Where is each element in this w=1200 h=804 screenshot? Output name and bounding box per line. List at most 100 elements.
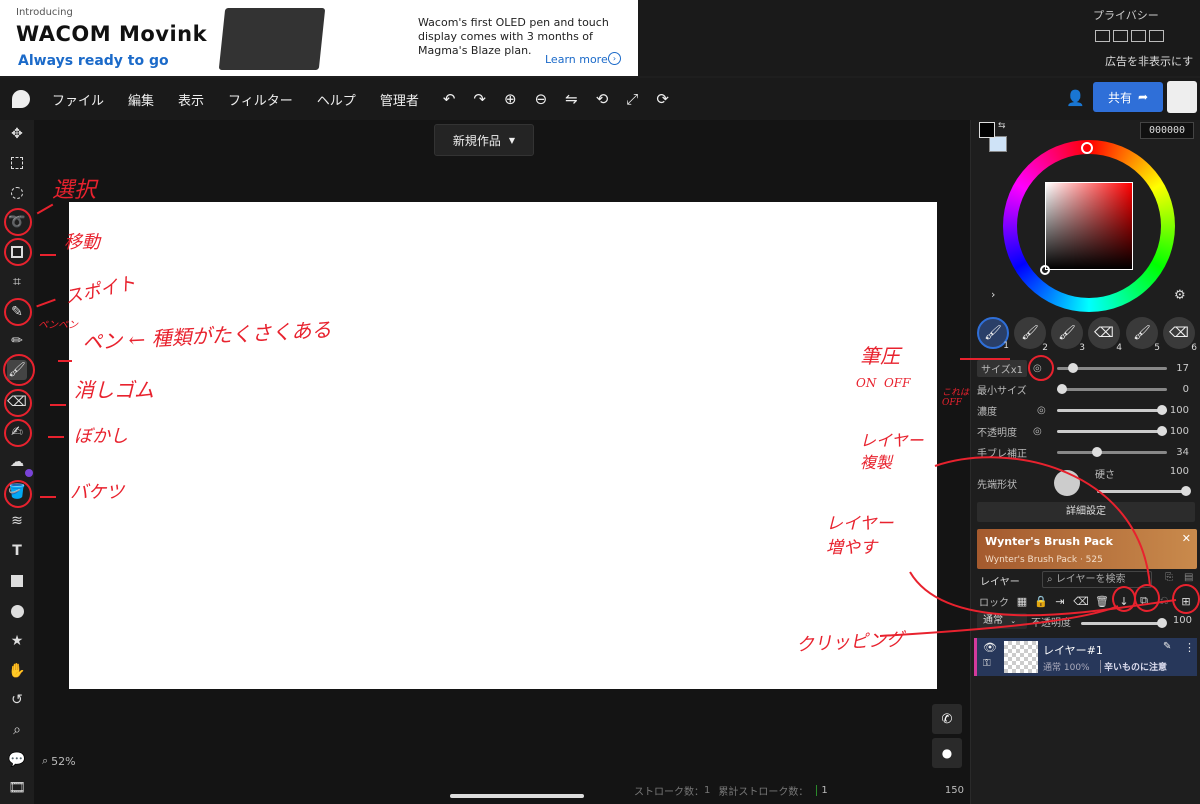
brush-slot-1[interactable]: 🖌 1: [977, 317, 1009, 351]
ellipse-select-icon[interactable]: [7, 183, 27, 203]
redo-icon[interactable]: ↷: [473, 90, 486, 108]
menu-edit[interactable]: 編集: [128, 90, 154, 109]
expand-chevron-icon[interactable]: ›: [991, 288, 995, 301]
star-icon[interactable]: ★: [7, 631, 27, 651]
min-size-slider[interactable]: [1057, 384, 1167, 394]
layer-brush-icon[interactable]: ✎: [1163, 641, 1171, 652]
layout-icon-4[interactable]: [1149, 30, 1164, 42]
layer-opacity-slider[interactable]: [1081, 618, 1167, 628]
tip-shape-preview[interactable]: [1054, 470, 1080, 496]
color-settings-gear-icon[interactable]: ⚙: [1174, 288, 1186, 303]
add-user-icon[interactable]: 👤: [1066, 89, 1085, 107]
detail-settings-button[interactable]: 詳細設定: [977, 502, 1195, 522]
brush-slot-2[interactable]: 🖌 2: [1014, 317, 1048, 353]
hardness-slider[interactable]: [1097, 486, 1191, 496]
hand-icon[interactable]: ✋: [7, 661, 27, 681]
layer-row[interactable]: 👁 ⚿ レイヤー#1 通常 100% 辛いものに注意 ✎ ⋮: [974, 638, 1197, 676]
layer-lock-icon[interactable]: ⚿: [983, 658, 991, 669]
brush-slot-3[interactable]: 🖌 3: [1051, 317, 1085, 353]
lock-transparency-icon[interactable]: ▦: [1015, 594, 1029, 608]
promo-close-icon[interactable]: ✕: [1182, 532, 1191, 545]
promo-banner[interactable]: Wynter's Brush Pack Wynter's Brush Pack …: [977, 529, 1197, 569]
sv-knob[interactable]: [1040, 265, 1050, 275]
crop-icon[interactable]: ⌗: [7, 272, 27, 292]
undo-icon[interactable]: ↶: [443, 90, 456, 108]
size-knob[interactable]: [1068, 363, 1078, 373]
layer-opacity-knob[interactable]: [1157, 618, 1167, 628]
rectangle-icon[interactable]: [7, 571, 27, 591]
menu-admin[interactable]: 管理者: [380, 90, 419, 109]
avatar[interactable]: [1167, 81, 1197, 113]
color-wheel[interactable]: [1003, 140, 1175, 312]
setting-stabilizer[interactable]: 手ブレ補正 34: [977, 442, 1197, 462]
reset-view-icon[interactable]: ⟳: [656, 90, 669, 108]
menu-view[interactable]: 表示: [178, 90, 204, 109]
layout-toggle-icons[interactable]: [1095, 30, 1164, 42]
doc-title-dropdown[interactable]: 新規作品 ▼: [434, 124, 534, 156]
artboard[interactable]: [69, 202, 937, 689]
canvas-area[interactable]: 新規作品 ▼ ✆ ● ⌕ 52% ストローク数： 1 累計ストローク数： 1 1…: [34, 120, 970, 804]
share-button[interactable]: 共有 ➦: [1093, 82, 1163, 112]
setting-min-size[interactable]: 最小サイズ 0: [977, 379, 1197, 399]
layer-clear-icon[interactable]: ⌫: [1073, 594, 1089, 608]
density-slider[interactable]: [1057, 405, 1167, 415]
layout-icon-1[interactable]: [1095, 30, 1110, 42]
ad-banner[interactable]: Introducing WACOM Movink Always ready to…: [0, 0, 638, 76]
opacity-slider[interactable]: [1057, 426, 1167, 436]
zoom-in-icon[interactable]: ⊕: [504, 90, 517, 108]
secondary-color-swatch[interactable]: [989, 136, 1007, 152]
text-icon[interactable]: T: [7, 541, 27, 561]
ad-learn-more[interactable]: Learn more: [545, 53, 608, 66]
swap-color-icon[interactable]: ⇆: [998, 121, 1006, 131]
opacity-knob[interactable]: [1157, 426, 1167, 436]
hue-knob[interactable]: [1081, 142, 1093, 154]
pressure-toggle-icon[interactable]: ◎: [1037, 405, 1046, 416]
layer-search[interactable]: ⌕ レイヤーを検索: [1042, 571, 1152, 588]
zoom-indicator[interactable]: ⌕ 52%: [42, 754, 76, 768]
layout-icon-2[interactable]: [1113, 30, 1128, 42]
brush-slot-6[interactable]: ⌫ 6: [1163, 317, 1197, 353]
app-logo-icon[interactable]: [12, 90, 30, 108]
eye-icon[interactable]: 👁: [983, 641, 997, 654]
privacy-label[interactable]: プライバシー: [1093, 7, 1159, 23]
zoom-out-icon[interactable]: ⊖: [535, 90, 548, 108]
phone-button[interactable]: ✆: [932, 704, 962, 734]
setting-tip-shape[interactable]: 先端形状 硬さ 100: [977, 466, 1197, 500]
lock-icon[interactable]: 🔒: [1034, 594, 1048, 608]
magnifier-icon[interactable]: ⌕: [7, 720, 27, 740]
setting-opacity[interactable]: 不透明度 ◎ 100: [977, 421, 1197, 441]
menu-file[interactable]: ファイル: [52, 90, 104, 109]
gradient-icon[interactable]: ≋: [7, 511, 27, 531]
layer-export-icon[interactable]: ⇥: [1053, 594, 1067, 608]
hardness-knob[interactable]: [1181, 486, 1191, 496]
size-slider[interactable]: [1057, 363, 1167, 373]
setting-size[interactable]: サイズx1 ◎ 17: [977, 358, 1197, 378]
menu-filter[interactable]: フィルター: [228, 90, 293, 109]
trash-icon[interactable]: 🗑: [1095, 594, 1109, 608]
layer-delete-all-icon[interactable]: ▤: [1184, 572, 1193, 583]
smudge-icon[interactable]: ☁: [7, 452, 27, 472]
layer-import-icon[interactable]: ⎘: [1165, 572, 1173, 583]
primary-color-swatch[interactable]: [979, 122, 995, 138]
brush-slot-4[interactable]: ⌫ 4: [1088, 317, 1122, 353]
pressure-toggle-icon[interactable]: ◎: [1033, 426, 1042, 437]
stabilizer-knob[interactable]: [1092, 447, 1102, 457]
brush-slot-5[interactable]: 🖌 5: [1126, 317, 1160, 353]
chat-button[interactable]: ●: [932, 738, 962, 768]
saturation-square[interactable]: [1045, 182, 1133, 270]
setting-density[interactable]: 濃度 ◎ 100: [977, 400, 1197, 420]
blend-mode-select[interactable]: 通常 ⌄: [977, 613, 1027, 629]
pencil-icon[interactable]: ✏: [7, 331, 27, 351]
flip-icon[interactable]: ⇋: [565, 90, 578, 108]
rotate-icon[interactable]: ⟲: [596, 90, 609, 108]
film-icon[interactable]: 🎞: [7, 778, 27, 798]
circle-icon[interactable]: [7, 601, 27, 621]
layer-more-icon[interactable]: ⋮: [1184, 641, 1195, 654]
rotate-view-icon[interactable]: ↺: [7, 690, 27, 710]
density-knob[interactable]: [1157, 405, 1167, 415]
min-size-knob[interactable]: [1057, 384, 1067, 394]
menu-help[interactable]: ヘルプ: [317, 90, 356, 109]
move-arrow-icon[interactable]: ✥: [7, 124, 27, 144]
layout-icon-3[interactable]: [1131, 30, 1146, 42]
hex-input[interactable]: 000000: [1140, 122, 1194, 139]
